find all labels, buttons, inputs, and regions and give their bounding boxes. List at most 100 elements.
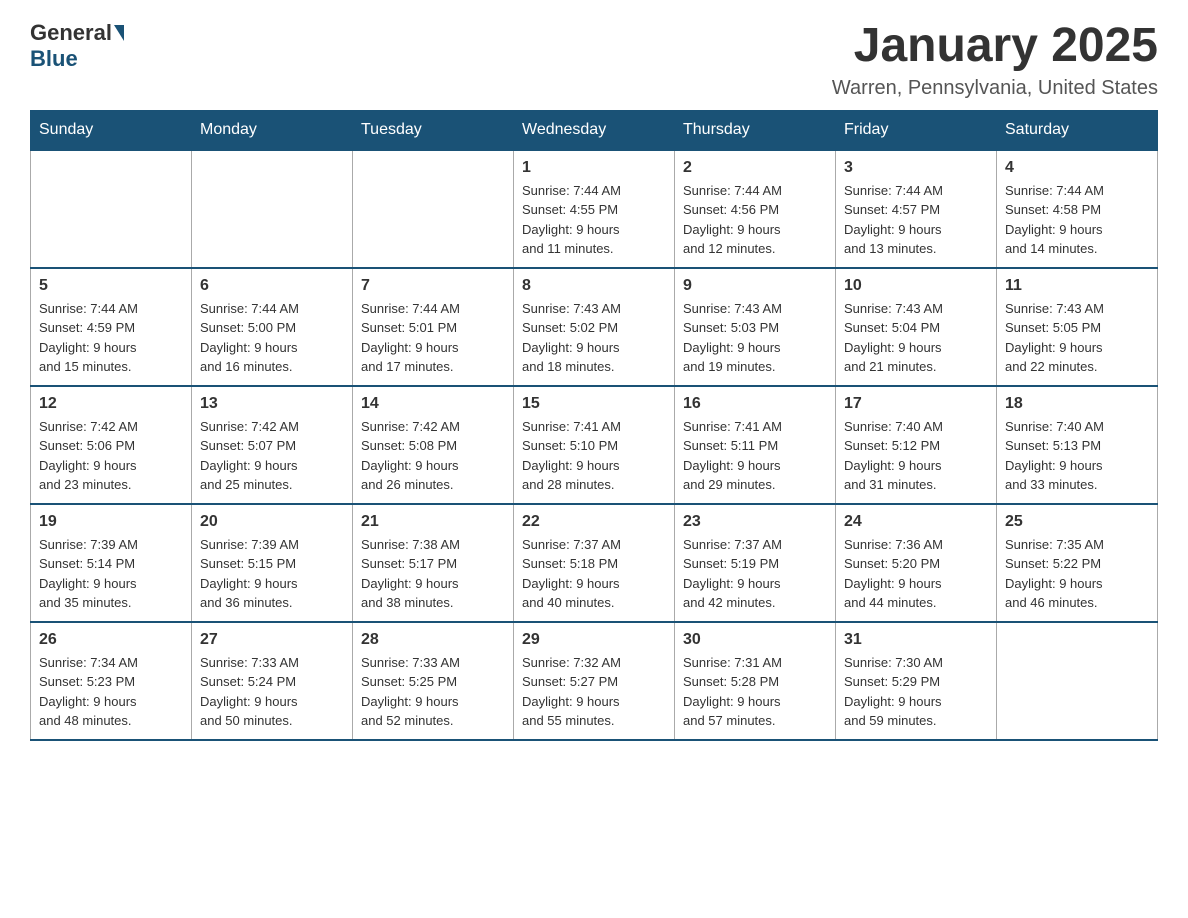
day-number: 4 bbox=[1005, 159, 1149, 177]
day-info: Sunrise: 7:43 AMSunset: 5:04 PMDaylight:… bbox=[844, 299, 988, 377]
day-info: Sunrise: 7:33 AMSunset: 5:24 PMDaylight:… bbox=[200, 653, 344, 731]
day-number: 11 bbox=[1005, 277, 1149, 295]
day-number: 20 bbox=[200, 513, 344, 531]
calendar-cell: 31 Sunrise: 7:30 AMSunset: 5:29 PMDayligh… bbox=[836, 622, 997, 740]
day-number: 15 bbox=[522, 395, 666, 413]
day-number: 31 bbox=[844, 631, 988, 649]
day-number: 14 bbox=[361, 395, 505, 413]
day-number: 17 bbox=[844, 395, 988, 413]
weekday-header-row: Sunday Monday Tuesday Wednesday Thursday… bbox=[31, 110, 1158, 150]
week-row-3: 12 Sunrise: 7:42 AMSunset: 5:06 PMDayligh… bbox=[31, 386, 1158, 504]
calendar-cell: 8 Sunrise: 7:43 AMSunset: 5:02 PMDaylight… bbox=[514, 268, 675, 386]
day-info: Sunrise: 7:36 AMSunset: 5:20 PMDaylight:… bbox=[844, 535, 988, 613]
day-number: 9 bbox=[683, 277, 827, 295]
day-number: 25 bbox=[1005, 513, 1149, 531]
title-section: January 2025 Warren, Pennsylvania, Unite… bbox=[832, 20, 1158, 100]
calendar-cell: 6Sunrise: 7:44 AMSunset: 5:00 PMDaylight… bbox=[192, 268, 353, 386]
day-number: 22 bbox=[522, 513, 666, 531]
day-number: 28 bbox=[361, 631, 505, 649]
day-number: 24 bbox=[844, 513, 988, 531]
day-info: Sunrise: 7:43 AMSunset: 5:02 PMDaylight:… bbox=[522, 299, 666, 377]
calendar-cell: 24 Sunrise: 7:36 AMSunset: 5:20 PMDayligh… bbox=[836, 504, 997, 622]
calendar-cell: 15 Sunrise: 7:41 AMSunset: 5:10 PMDayligh… bbox=[514, 386, 675, 504]
day-number: 8 bbox=[522, 277, 666, 295]
day-info: Sunrise: 7:34 AMSunset: 5:23 PMDaylight:… bbox=[39, 653, 183, 731]
day-info: Sunrise: 7:32 AMSunset: 5:27 PMDaylight:… bbox=[522, 653, 666, 731]
calendar-cell: 1Sunrise: 7:44 AMSunset: 4:55 PMDaylight… bbox=[514, 150, 675, 268]
header-monday: Monday bbox=[192, 110, 353, 150]
header-sunday: Sunday bbox=[31, 110, 192, 150]
calendar-cell: 19Sunrise: 7:39 AMSunset: 5:14 PMDayligh… bbox=[31, 504, 192, 622]
day-number: 29 bbox=[522, 631, 666, 649]
day-info: Sunrise: 7:44 AMSunset: 4:56 PMDaylight:… bbox=[683, 181, 827, 259]
day-info: Sunrise: 7:43 AMSunset: 5:03 PMDaylight:… bbox=[683, 299, 827, 377]
calendar-cell bbox=[192, 150, 353, 268]
calendar-cell: 13Sunrise: 7:42 AMSunset: 5:07 PMDayligh… bbox=[192, 386, 353, 504]
calendar-cell: 7 Sunrise: 7:44 AMSunset: 5:01 PMDaylight… bbox=[353, 268, 514, 386]
day-info: Sunrise: 7:40 AMSunset: 5:12 PMDaylight:… bbox=[844, 417, 988, 495]
calendar-cell: 18 Sunrise: 7:40 AMSunset: 5:13 PMDayligh… bbox=[997, 386, 1158, 504]
day-number: 6 bbox=[200, 277, 344, 295]
calendar-cell: 4 Sunrise: 7:44 AMSunset: 4:58 PMDaylight… bbox=[997, 150, 1158, 268]
calendar-table: Sunday Monday Tuesday Wednesday Thursday… bbox=[30, 110, 1158, 741]
header-thursday: Thursday bbox=[675, 110, 836, 150]
day-info: Sunrise: 7:30 AMSunset: 5:29 PMDaylight:… bbox=[844, 653, 988, 731]
day-info: Sunrise: 7:37 AMSunset: 5:19 PMDaylight:… bbox=[683, 535, 827, 613]
day-number: 2 bbox=[683, 159, 827, 177]
calendar-cell: 17 Sunrise: 7:40 AMSunset: 5:12 PMDayligh… bbox=[836, 386, 997, 504]
day-info: Sunrise: 7:42 AMSunset: 5:06 PMDaylight:… bbox=[39, 417, 183, 495]
header-friday: Friday bbox=[836, 110, 997, 150]
day-number: 5 bbox=[39, 277, 183, 295]
week-row-2: 5 Sunrise: 7:44 AMSunset: 4:59 PMDaylight… bbox=[31, 268, 1158, 386]
day-info: Sunrise: 7:44 AMSunset: 4:59 PMDaylight:… bbox=[39, 299, 183, 377]
day-info: Sunrise: 7:44 AMSunset: 5:01 PMDaylight:… bbox=[361, 299, 505, 377]
day-info: Sunrise: 7:44 AMSunset: 4:57 PMDaylight:… bbox=[844, 181, 988, 259]
calendar-cell: 5 Sunrise: 7:44 AMSunset: 4:59 PMDaylight… bbox=[31, 268, 192, 386]
calendar-cell bbox=[997, 622, 1158, 740]
header-tuesday: Tuesday bbox=[353, 110, 514, 150]
calendar-cell: 16Sunrise: 7:41 AMSunset: 5:11 PMDayligh… bbox=[675, 386, 836, 504]
day-number: 21 bbox=[361, 513, 505, 531]
logo-blue-text: Blue bbox=[30, 46, 78, 71]
calendar-cell: 20 Sunrise: 7:39 AMSunset: 5:15 PMDayligh… bbox=[192, 504, 353, 622]
day-info: Sunrise: 7:41 AMSunset: 5:11 PMDaylight:… bbox=[683, 417, 827, 495]
day-number: 7 bbox=[361, 277, 505, 295]
day-number: 18 bbox=[1005, 395, 1149, 413]
header-wednesday: Wednesday bbox=[514, 110, 675, 150]
day-info: Sunrise: 7:42 AMSunset: 5:08 PMDaylight:… bbox=[361, 417, 505, 495]
calendar-cell: 30 Sunrise: 7:31 AMSunset: 5:28 PMDayligh… bbox=[675, 622, 836, 740]
day-info: Sunrise: 7:41 AMSunset: 5:10 PMDaylight:… bbox=[522, 417, 666, 495]
calendar-cell: 28 Sunrise: 7:33 AMSunset: 5:25 PMDayligh… bbox=[353, 622, 514, 740]
calendar-cell: 12 Sunrise: 7:42 AMSunset: 5:06 PMDayligh… bbox=[31, 386, 192, 504]
day-info: Sunrise: 7:39 AMSunset: 5:14 PMDaylight:… bbox=[39, 535, 183, 613]
day-number: 10 bbox=[844, 277, 988, 295]
week-row-1: 1Sunrise: 7:44 AMSunset: 4:55 PMDaylight… bbox=[31, 150, 1158, 268]
calendar-cell: 26 Sunrise: 7:34 AMSunset: 5:23 PMDayligh… bbox=[31, 622, 192, 740]
page-header: General Blue January 2025 Warren, Pennsy… bbox=[30, 20, 1158, 100]
logo-triangle-icon bbox=[114, 25, 124, 41]
day-number: 30 bbox=[683, 631, 827, 649]
header-saturday: Saturday bbox=[997, 110, 1158, 150]
day-number: 26 bbox=[39, 631, 183, 649]
day-number: 1 bbox=[522, 159, 666, 177]
day-info: Sunrise: 7:40 AMSunset: 5:13 PMDaylight:… bbox=[1005, 417, 1149, 495]
day-info: Sunrise: 7:31 AMSunset: 5:28 PMDaylight:… bbox=[683, 653, 827, 731]
logo-general-text: General bbox=[30, 20, 112, 46]
logo: General Blue bbox=[30, 20, 126, 72]
day-info: Sunrise: 7:44 AMSunset: 4:58 PMDaylight:… bbox=[1005, 181, 1149, 259]
calendar-cell: 27Sunrise: 7:33 AMSunset: 5:24 PMDayligh… bbox=[192, 622, 353, 740]
calendar-cell bbox=[31, 150, 192, 268]
location-text: Warren, Pennsylvania, United States bbox=[832, 77, 1158, 100]
calendar-cell: 25Sunrise: 7:35 AMSunset: 5:22 PMDayligh… bbox=[997, 504, 1158, 622]
calendar-cell: 9 Sunrise: 7:43 AMSunset: 5:03 PMDaylight… bbox=[675, 268, 836, 386]
day-number: 12 bbox=[39, 395, 183, 413]
day-info: Sunrise: 7:39 AMSunset: 5:15 PMDaylight:… bbox=[200, 535, 344, 613]
day-info: Sunrise: 7:33 AMSunset: 5:25 PMDaylight:… bbox=[361, 653, 505, 731]
day-info: Sunrise: 7:37 AMSunset: 5:18 PMDaylight:… bbox=[522, 535, 666, 613]
calendar-cell: 2 Sunrise: 7:44 AMSunset: 4:56 PMDaylight… bbox=[675, 150, 836, 268]
calendar-cell bbox=[353, 150, 514, 268]
week-row-4: 19Sunrise: 7:39 AMSunset: 5:14 PMDayligh… bbox=[31, 504, 1158, 622]
day-info: Sunrise: 7:42 AMSunset: 5:07 PMDaylight:… bbox=[200, 417, 344, 495]
month-title: January 2025 bbox=[832, 20, 1158, 73]
day-number: 3 bbox=[844, 159, 988, 177]
